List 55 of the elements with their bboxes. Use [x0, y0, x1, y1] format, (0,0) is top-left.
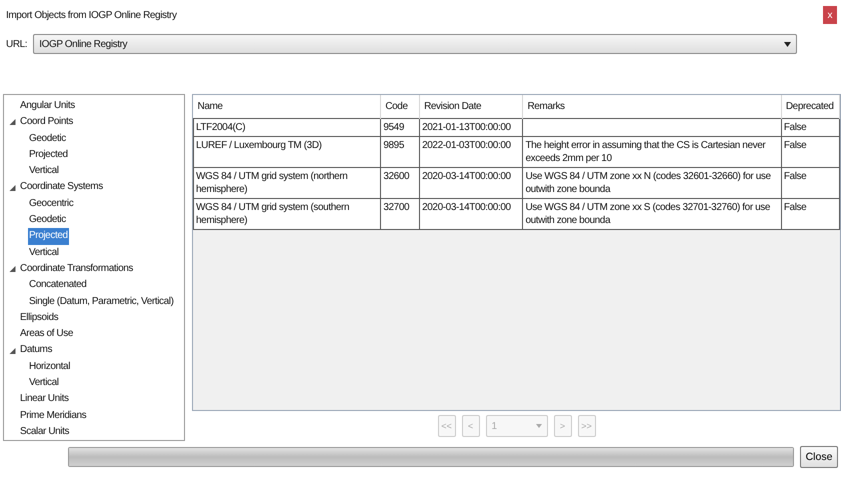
- expand-arrow-icon[interactable]: [9, 348, 16, 354]
- tree-item[interactable]: Scalar Units: [19, 424, 70, 440]
- table-cell: False: [784, 122, 806, 133]
- tree-item[interactable]: Prime Meridians: [19, 408, 88, 424]
- table-cell: 2020-03-14T00:00:00: [422, 171, 511, 182]
- tree-item[interactable]: Vertical: [28, 375, 60, 392]
- column-header[interactable]: Revision Date: [420, 95, 523, 118]
- column-header[interactable]: Remarks: [522, 95, 782, 118]
- table-cell: 2020-03-14T00:00:00: [422, 202, 511, 213]
- tree-item[interactable]: Areas of Use: [19, 326, 74, 342]
- window-title: Import Objects from IOGP Online Registry: [6, 10, 177, 20]
- table-cell: False: [784, 140, 806, 151]
- tree-item[interactable]: Linear Units: [19, 391, 70, 408]
- close-button[interactable]: x: [823, 6, 837, 24]
- expand-arrow-icon[interactable]: [9, 119, 16, 126]
- tree-item[interactable]: Datums: [19, 342, 54, 359]
- tree-item[interactable]: Single (Datum, Parametric, Vertical): [28, 294, 175, 310]
- tree-item[interactable]: Vertical: [28, 244, 60, 261]
- expand-arrow-icon[interactable]: [9, 184, 16, 191]
- table-cell: Use WGS 84 / UTM zone xx S (codes 32701-32760) for use outwith zone bounda: [525, 202, 770, 226]
- table-cell: The height error in assuming that the CS is Cartesian never exceeds 2mm per 10: [525, 140, 766, 164]
- table-cell: 9895: [383, 140, 404, 151]
- url-label: URL:: [6, 38, 28, 50]
- tree-item[interactable]: Ellipsoids: [19, 310, 60, 326]
- tree-item[interactable]: Projected: [28, 228, 69, 245]
- table-cell: False: [784, 171, 806, 182]
- column-header[interactable]: Name: [194, 95, 381, 118]
- table-cell: 32700: [383, 202, 410, 213]
- tree-item[interactable]: Angular Units: [19, 98, 76, 114]
- tree-item[interactable]: Vertical: [28, 163, 60, 180]
- table-cell: False: [784, 202, 806, 213]
- caret-icon: [784, 42, 792, 46]
- table-cell: Use WGS 84 / UTM zone xx N (codes 32601-32660) for use outwith zone bounda: [525, 171, 771, 195]
- column-header[interactable]: Code: [380, 95, 420, 118]
- tree-item[interactable]: Geocentric: [28, 196, 74, 212]
- column-header[interactable]: Deprecated: [781, 95, 840, 118]
- table-cell: LUREF / Luxembourg TM (3D): [196, 140, 322, 151]
- table-cell: WGS 84 / UTM grid system (southern hemisphere): [196, 202, 350, 226]
- table-cell: 2021-01-13T00:00:00: [422, 122, 511, 133]
- tree-item[interactable]: Projected: [28, 146, 69, 164]
- tree-item[interactable]: Coordinate Systems: [19, 179, 104, 196]
- table-cell: LTF2004(C): [196, 122, 246, 133]
- tree-item[interactable]: Concatenated: [28, 277, 88, 294]
- tree-item[interactable]: Geodetic: [28, 212, 67, 228]
- table-cell: WGS 84 / UTM grid system (northern hemisphere): [196, 171, 348, 195]
- tree-item[interactable]: Coordinate Transformations: [19, 260, 134, 278]
- table-cell: 32600: [383, 171, 410, 182]
- table-cell: 2022-01-03T00:00:00: [422, 140, 511, 151]
- tree-item[interactable]: Coord Points: [19, 114, 74, 131]
- tree-item[interactable]: Geodetic: [28, 130, 67, 147]
- url-dropdown[interactable]: IOGP Online Registry: [33, 34, 798, 54]
- expand-arrow-icon[interactable]: [9, 266, 16, 272]
- table-cell: 9549: [383, 122, 404, 133]
- tree-item[interactable]: Horizontal: [28, 358, 72, 376]
- close-button[interactable]: Close: [800, 446, 838, 468]
